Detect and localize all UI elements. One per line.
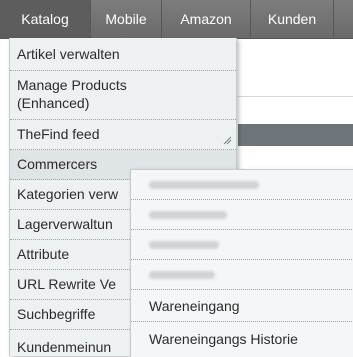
nav-item-label: Katalog bbox=[21, 11, 69, 27]
submenu-item-label: Wareneingangs Historie bbox=[149, 331, 298, 347]
menu-item-label: Artikel verwalten bbox=[17, 46, 120, 62]
redacted-text bbox=[149, 271, 215, 279]
nav-item-label: Kunden bbox=[267, 11, 317, 27]
redacted-text bbox=[149, 211, 227, 219]
menu-item-label: Kundenmeinun bbox=[17, 339, 112, 355]
submenu-item-blurred[interactable] bbox=[131, 230, 353, 260]
main-navigation: Katalog Mobile Amazon Kunden bbox=[0, 0, 353, 39]
nav-item-label: Mobile bbox=[105, 11, 147, 27]
page-header-strip bbox=[238, 124, 353, 146]
nav-item-amazon[interactable]: Amazon bbox=[162, 0, 251, 38]
menu-item-label: Suchbegriffe bbox=[17, 306, 96, 322]
menu-item-thefind-feed[interactable]: TheFind feed bbox=[10, 120, 236, 150]
nav-item-label: Amazon bbox=[180, 11, 232, 27]
nav-item-katalog[interactable]: Katalog bbox=[0, 0, 91, 38]
menu-item-manage-products[interactable]: Manage Products (Enhanced) bbox=[10, 71, 236, 120]
submenu-item-blurred[interactable] bbox=[131, 170, 353, 200]
submenu-item-blurred[interactable] bbox=[131, 200, 353, 230]
menu-item-artikel-verwalten[interactable]: Artikel verwalten bbox=[10, 38, 236, 71]
page-divider bbox=[238, 96, 353, 97]
commercers-submenu: Wareneingang Wareneingangs Historie bbox=[130, 169, 353, 357]
menu-item-label: Commercers bbox=[17, 156, 98, 172]
menu-item-label: Kategorien verw bbox=[17, 186, 119, 202]
redacted-text bbox=[149, 241, 219, 249]
submenu-item-wareneingang[interactable]: Wareneingang bbox=[131, 290, 353, 322]
menu-item-label: URL Rewrite Ve bbox=[17, 276, 117, 292]
submenu-item-blurred[interactable] bbox=[131, 260, 353, 290]
submenu-item-wareneingangs-historie[interactable]: Wareneingangs Historie bbox=[131, 322, 353, 357]
resize-grip-icon bbox=[223, 136, 232, 145]
menu-item-label: TheFind feed bbox=[17, 126, 100, 142]
redacted-text bbox=[149, 181, 259, 189]
menu-item-label: Lagerverwaltun bbox=[17, 216, 113, 232]
submenu-item-label: Wareneingang bbox=[149, 298, 240, 314]
menu-item-label: Attribute bbox=[17, 246, 70, 262]
nav-item-mobile[interactable]: Mobile bbox=[91, 0, 162, 38]
menu-item-label-line2: (Enhanced) bbox=[17, 95, 90, 111]
nav-item-kunden[interactable]: Kunden bbox=[251, 0, 334, 38]
menu-item-label: Manage Products bbox=[17, 77, 127, 93]
